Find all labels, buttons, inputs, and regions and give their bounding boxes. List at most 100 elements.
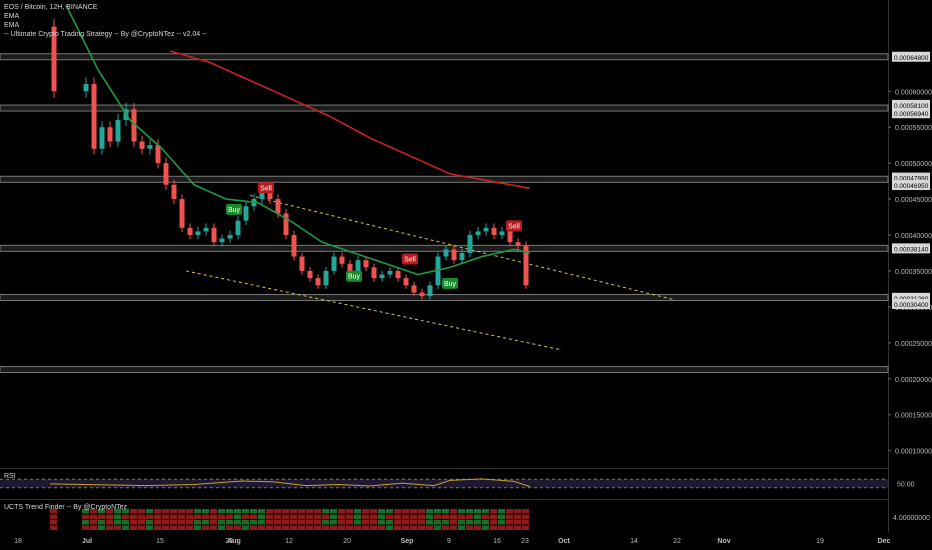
candle-body xyxy=(443,249,449,257)
strategy-label: -- Ultimate Crypto Trading Strategy -- B… xyxy=(4,31,207,38)
trend-finder-cell xyxy=(114,520,121,525)
trend-finder-cell xyxy=(266,514,273,519)
trend-finder-cell xyxy=(402,509,409,514)
x-tick-label: Aug xyxy=(227,538,241,545)
candle-body xyxy=(515,242,521,246)
candle-body xyxy=(243,206,249,221)
trend-finder-cell xyxy=(306,509,313,514)
trend-finder-cell xyxy=(298,514,305,519)
trend-finder-cell xyxy=(242,520,249,525)
trend-finder-cell xyxy=(490,520,497,525)
candle-body xyxy=(395,270,401,279)
candle-body xyxy=(83,84,89,92)
x-tick-label: 23 xyxy=(521,538,529,545)
trend-finder-cell xyxy=(146,520,153,525)
trend-finder-cell xyxy=(146,509,153,514)
trend-finder-cell xyxy=(242,525,249,530)
price-marker-label: 0.00046950 xyxy=(894,183,929,190)
trend-finder-cell xyxy=(450,520,457,525)
trend-finder-cell xyxy=(354,509,361,514)
trend-finder-cell xyxy=(338,520,345,525)
trend-finder-cell xyxy=(378,520,385,525)
trend-finder-cell xyxy=(418,514,425,519)
x-tick-label: 14 xyxy=(630,538,638,545)
x-tick-label: Oct xyxy=(558,538,570,545)
trend-finder-cell xyxy=(402,514,409,519)
trend-finder-cell xyxy=(442,520,449,525)
trend-finder-cell xyxy=(346,509,353,514)
trend-finder-cell xyxy=(410,509,417,514)
trend-finder-cell xyxy=(386,514,393,519)
trend-finder-cell xyxy=(418,525,425,530)
trend-finder-cell xyxy=(482,525,489,530)
candle-body xyxy=(195,231,201,235)
trend-finder-cell xyxy=(386,525,393,530)
trend-finder-cell xyxy=(362,525,369,530)
candle-body xyxy=(451,249,457,261)
candle-body xyxy=(411,285,417,293)
chart-canvas[interactable]: Buy Sell Buy Sell Buy Sell 0.00060000 0.0005500… xyxy=(0,0,932,550)
trend-finder-cell xyxy=(370,509,377,514)
ema-slow-label: EMA xyxy=(4,22,20,29)
x-tick-label: 9 xyxy=(447,538,451,545)
buy-signal-label: Buy xyxy=(228,207,241,214)
trend-finder-cell xyxy=(82,514,89,519)
candle-body xyxy=(483,227,489,232)
candle-body xyxy=(227,235,233,239)
trend-finder-cell xyxy=(434,525,441,530)
trend-finder-cell xyxy=(394,525,401,530)
trend-finder-cell xyxy=(306,525,313,530)
trend-finder-cell xyxy=(194,514,201,519)
trend-finder-cell xyxy=(90,520,97,525)
rsi-title: RSI xyxy=(4,473,16,480)
trend-finder-cell xyxy=(426,509,433,514)
trend-finder-cell xyxy=(298,520,305,525)
trend-finder-cell xyxy=(282,509,289,514)
candle-body xyxy=(347,263,353,271)
trend-finder-cell xyxy=(354,514,361,519)
trend-finder-cell xyxy=(498,514,505,519)
price-marker-label: 0.00030400 xyxy=(894,302,929,309)
trend-finder-cell xyxy=(178,509,185,514)
trend-finder-cell xyxy=(466,520,473,525)
trend-finder-cell xyxy=(458,520,465,525)
trend-finder-cell xyxy=(138,509,145,514)
y-tick-label: 0.00035000 xyxy=(895,269,932,276)
trend-finder-cell xyxy=(450,525,457,530)
candle-body xyxy=(427,285,433,297)
sr-level-band xyxy=(0,53,889,61)
trend-finder-cell xyxy=(378,525,385,530)
rsi-axis-value: 50.00 xyxy=(897,482,915,489)
candle-body xyxy=(203,227,209,232)
trend-finder-cell xyxy=(314,525,321,530)
trend-finder-cell xyxy=(226,525,233,530)
candle-body xyxy=(491,227,497,235)
buy-signal-label: Buy xyxy=(348,274,361,281)
trend-finder-cell xyxy=(418,520,425,525)
candle-body xyxy=(499,231,505,235)
trend-finder-cell xyxy=(290,520,297,525)
trend-finder-cell xyxy=(242,514,249,519)
trend-finder-cell xyxy=(474,514,481,519)
trend-finder-cell xyxy=(218,520,225,525)
trend-finder-cell xyxy=(138,520,145,525)
trend-finder-cell xyxy=(170,509,177,514)
trend-finder-cell xyxy=(482,509,489,514)
y-tick-label: 0.00060000 xyxy=(895,89,932,96)
trend-finder-cell xyxy=(106,520,113,525)
candle-body xyxy=(147,145,153,149)
trend-finder-cell xyxy=(138,514,145,519)
trend-finder-cell xyxy=(130,525,137,530)
trend-finder-cell xyxy=(402,525,409,530)
trend-finder-cell xyxy=(298,509,305,514)
trend-finder-cell xyxy=(258,525,265,530)
candle-body xyxy=(275,199,281,214)
candle-body xyxy=(107,127,113,142)
trend-finder-cell xyxy=(186,520,193,525)
candle-body xyxy=(171,184,177,200)
trend-finder-cell xyxy=(338,525,345,530)
x-tick-label: Jul xyxy=(82,538,92,545)
candle-body xyxy=(475,231,481,235)
trend-finder-cell xyxy=(362,520,369,525)
trend-finder-cell xyxy=(282,525,289,530)
